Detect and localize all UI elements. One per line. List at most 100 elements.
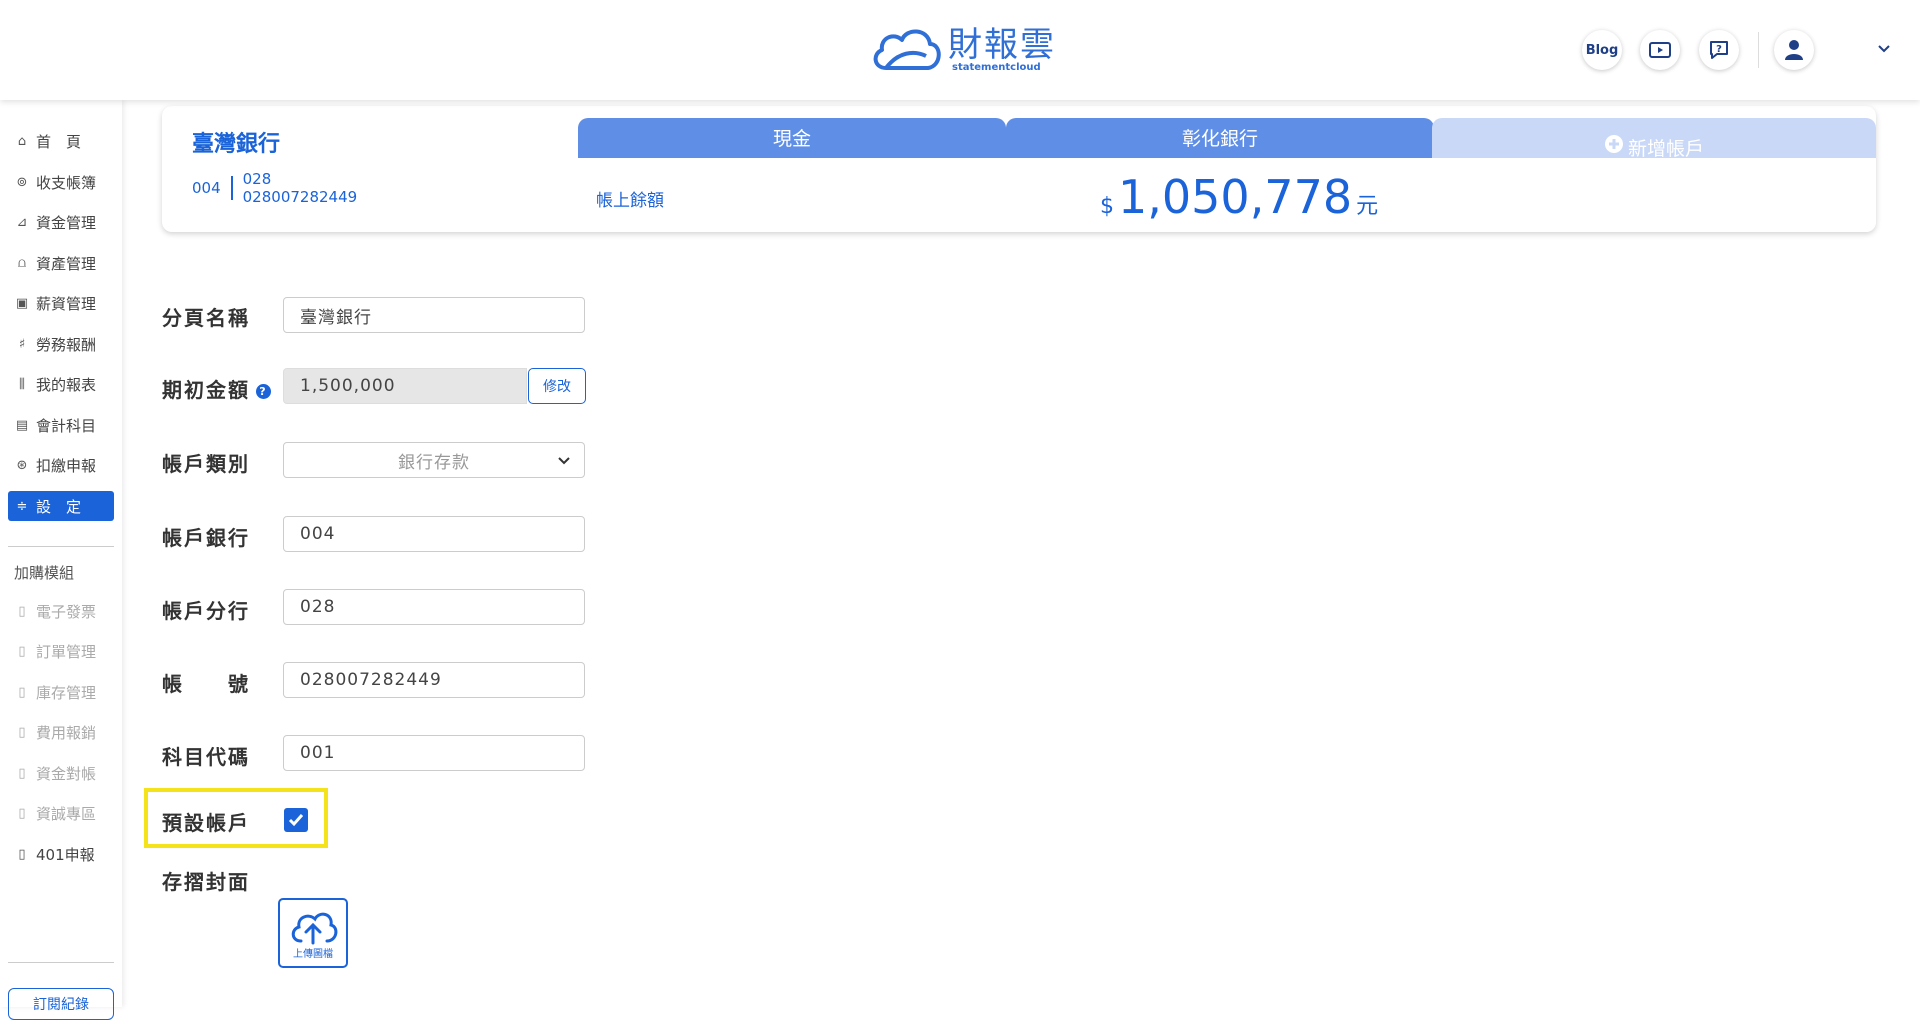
account-name: 臺灣銀行 [192,132,281,157]
upload-label: 上傳圖檔 [293,948,333,960]
branch-label: 帳戶分行 [162,599,250,623]
tab-label: 彰化銀行 [1181,128,1258,150]
coin-icon: ⊚ [16,174,28,190]
currency-unit: 元 [1356,194,1379,219]
sidebar-item-settings[interactable]: ≑ 設 定 [8,491,114,521]
account-number: 028007282449 [242,188,358,206]
initial-amount-label: 期初金額? [162,374,271,403]
sidebar-item-funds[interactable]: ⊿ 資金管理 [8,207,114,237]
page-name-value: 臺灣銀行 [300,307,372,328]
subject-code-label: 科目代碼 [162,745,250,769]
cloud-upload-icon [291,912,338,944]
upload-cover-button[interactable]: 上傳圖檔 [278,898,348,968]
tab-changhua-bank[interactable]: 彰化銀行 [1006,118,1434,158]
service-icon: ♯ [18,336,26,352]
chevron-down-icon [1878,45,1890,53]
sidebar-item-assets[interactable]: ⩍ 資產管理 [8,248,114,278]
sidebar-item-label: 我的報表 [36,375,97,394]
sidebar: ⌂ 首 頁 ⊚ 收支帳簿 ⊿ 資金管理 ⩍ 資產管理 ▣ 薪資管理 ♯ 勞務報酬… [0,100,122,1007]
sidebar-item-label: 資誠專區 [36,804,97,823]
sidebar-item-label: 扣繳申報 [36,456,97,475]
branch-value: 028 [300,597,336,617]
sidebar-addon-orders[interactable]: ▯ 訂單管理 [8,636,114,666]
logo-title: 財報雲 [948,25,1056,65]
subscription-record-label: 訂閱紀錄 [33,997,89,1013]
fund-icon: ⊿ [16,214,28,230]
ledger-icon: ▤ [15,417,29,433]
sidebar-item-label: 勞務報酬 [36,335,97,354]
user-avatar-button[interactable] [1774,30,1814,70]
help-chat-icon: ? [1710,41,1728,59]
subject-code-value: 001 [300,743,336,763]
sidebar-addon-einvoice[interactable]: ▯ 電子發票 [8,596,114,626]
initial-amount-value: 1,500,000 [300,376,396,396]
cloud-logo-icon [873,29,941,70]
account-number-input[interactable]: 028007282449 [283,662,585,698]
svg-text:?: ? [1716,44,1722,55]
balance-amount: $ 1,050,778 元 [1100,170,1378,224]
header-divider [1758,32,1759,68]
balance-label: 帳上餘額 [596,191,664,211]
default-account-checkbox[interactable] [284,808,308,832]
sidebar-addon-pwc[interactable]: ▯ 資誠專區 [8,798,114,828]
sidebar-item-label: 資金管理 [36,213,97,232]
account-type-label: 帳戶類別 [162,452,250,476]
help-icon[interactable]: ? [256,384,271,399]
user-avatar-icon [1785,40,1803,60]
sidebar-item-label: 訂單管理 [36,642,97,661]
chevron-down-icon [558,457,570,465]
sidebar-item-label: 首 頁 [36,132,82,151]
plus-circle-icon [1604,135,1623,153]
tab-add-account[interactable]: 新增帳戶 [1432,118,1876,160]
sidebar-item-home[interactable]: ⌂ 首 頁 [8,126,114,156]
tab-cash[interactable]: 現金 [578,118,1006,158]
settings-icon: ≑ [16,498,28,514]
sidebar-item-label: 薪資管理 [36,294,97,313]
sidebar-addon-inventory[interactable]: ▯ 庫存管理 [8,677,114,707]
logo[interactable]: 財報雲 statementcloud [868,22,1056,78]
sidebar-item-reports[interactable]: ⫼ 我的報表 [8,369,114,399]
salary-icon: ▣ [15,295,29,311]
account-card: 臺灣銀行 004 028 028007282449 現金 彰化銀行 新增帳戶 帳… [162,106,1876,232]
bank-value: 004 [300,524,336,544]
asset-icon: ⩍ [17,255,27,271]
cover-label: 存摺封面 [162,870,250,894]
home-icon: ⌂ [17,133,27,149]
addon-heading: 加購模組 [14,564,75,582]
initial-amount-text: 期初金額 [162,378,250,402]
edit-label: 修改 [543,379,571,395]
sidebar-item-label: 會計科目 [36,416,97,435]
account-number-label: 帳 號 [162,672,250,696]
sidebar-item-ledger[interactable]: ⊚ 收支帳簿 [8,167,114,197]
blog-button[interactable]: Blog [1582,30,1622,70]
video-guide-button[interactable] [1640,30,1680,70]
sidebar-addon-reconcile[interactable]: ▯ 資金對帳 [8,758,114,788]
page-name-input[interactable]: 臺灣銀行 [283,297,585,333]
currency-symbol: $ [1100,194,1114,219]
bank-input[interactable]: 004 [283,516,585,552]
sidebar-addon-401[interactable]: ▯ 401申報 [8,839,114,869]
sidebar-item-accounts[interactable]: ▤ 會計科目 [8,410,114,440]
user-menu-toggle[interactable] [1876,40,1892,59]
edit-initial-amount-button[interactable]: 修改 [528,368,586,404]
page-name-label: 分頁名稱 [162,306,250,330]
video-guide-icon [1649,42,1671,58]
blog-label: Blog [1585,42,1619,58]
checkmark-icon [288,814,304,827]
sidebar-item-label: 資金對帳 [36,764,97,783]
account-number-value: 028007282449 [300,670,442,690]
sidebar-item-salary[interactable]: ▣ 薪資管理 [8,288,114,318]
module-icon: ▯ [18,724,26,740]
sidebar-item-withholding[interactable]: ⊛ 扣繳申報 [8,450,114,480]
sidebar-item-label: 電子發票 [36,602,97,621]
help-chat-button[interactable]: ? [1699,30,1739,70]
account-type-select[interactable]: 銀行存款 [283,442,585,478]
sidebar-item-services[interactable]: ♯ 勞務報酬 [8,329,114,359]
sidebar-addon-expenses[interactable]: ▯ 費用報銷 [8,717,114,747]
branch-input[interactable]: 028 [283,589,585,625]
subscription-record-button[interactable]: 訂閱紀錄 [8,988,114,1020]
balance-value: 1,050,778 [1118,170,1353,224]
module-icon: ▯ [18,603,26,619]
subject-code-input[interactable]: 001 [283,735,585,771]
logo-subtitle: statementcloud [952,62,1041,73]
